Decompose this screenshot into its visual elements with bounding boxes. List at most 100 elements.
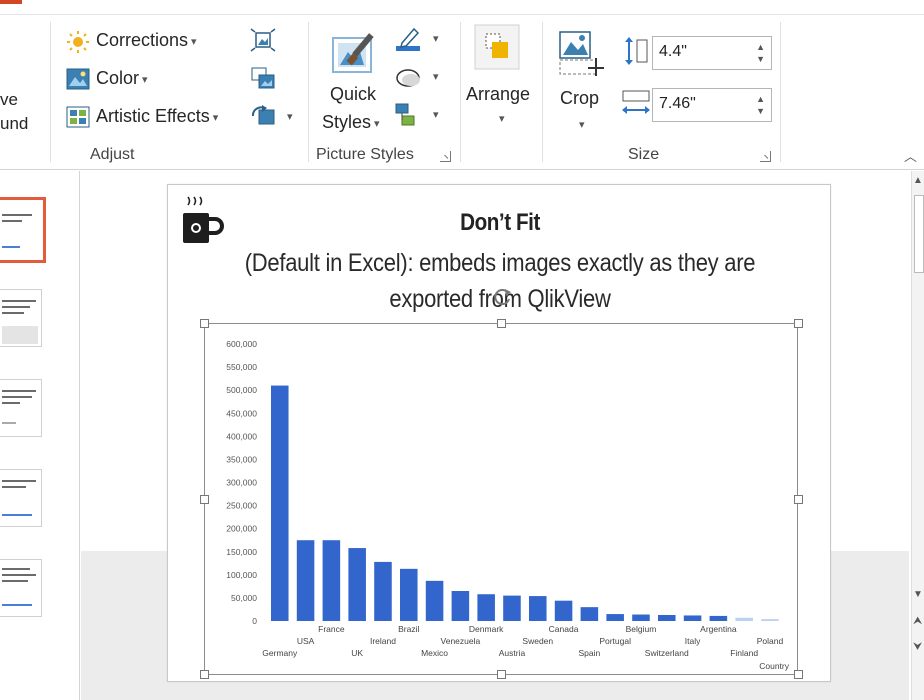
arrange-button[interactable]: Arrange ▾ xyxy=(464,24,538,130)
group-separator xyxy=(780,22,781,162)
dropdown-caret-icon: ▾ xyxy=(287,111,293,123)
quick-styles-icon xyxy=(332,33,374,73)
resize-handle[interactable] xyxy=(200,495,209,504)
chart-bar xyxy=(735,617,753,621)
slide[interactable]: Don’t Fit (Default in Excel): embeds ima… xyxy=(167,184,831,682)
crop-label: Crop xyxy=(560,88,600,108)
bar-chart: 0 50,000 100,000 150,000 200,000 250,000 300,0… xyxy=(226,339,789,671)
y-tick-label: 0 xyxy=(252,616,257,626)
chart-bar xyxy=(606,614,624,621)
rotation-handle-icon[interactable] xyxy=(491,286,513,308)
dropdown-caret-icon: ▾ xyxy=(374,117,380,130)
dropdown-caret-icon: ▾ xyxy=(212,111,219,124)
chart-bar xyxy=(683,615,702,621)
slide-thumbnail[interactable] xyxy=(0,559,42,617)
slide-subtitle-line1[interactable]: (Default in Excel): embeds images exactl… xyxy=(190,249,810,278)
quick-styles-button[interactable]: Quick Styles ▾ xyxy=(318,28,390,140)
slide-thumbnail[interactable] xyxy=(0,289,42,347)
x-category-label: Mexico xyxy=(421,648,448,658)
scrollbar-thumb[interactable] xyxy=(914,195,924,273)
slide-thumbnail[interactable] xyxy=(0,197,46,263)
resize-handle[interactable] xyxy=(200,670,209,679)
crop-button[interactable]: Crop ▾ xyxy=(554,30,610,136)
width-spinner-arrows-icon[interactable]: ▲ ▼ xyxy=(756,93,765,117)
previous-slide-icon[interactable]: ⮝ xyxy=(913,615,922,628)
chart-bar xyxy=(374,561,392,621)
chart-bar xyxy=(296,540,315,621)
dropdown-caret-icon: ▾ xyxy=(433,71,439,83)
arrange-icon xyxy=(474,24,520,70)
artistic-effects-button[interactable]: Artistic Effects ▾ xyxy=(64,104,244,132)
picture-effects-icon xyxy=(396,69,420,87)
corrections-button[interactable]: Corrections ▾ xyxy=(64,28,214,56)
chart-bar xyxy=(271,385,289,621)
adjust-group-label: Adjust xyxy=(90,146,135,163)
shape-width-value: 7.46" xyxy=(659,95,696,112)
artistic-effects-label: Artistic Effects ▾ xyxy=(96,106,219,126)
color-label: Color ▾ xyxy=(96,68,148,88)
resize-handle[interactable] xyxy=(497,670,506,679)
shape-height-input[interactable]: 4.4" ▲ ▼ xyxy=(652,36,772,70)
resize-handle[interactable] xyxy=(200,319,209,328)
shape-width-icon xyxy=(622,90,650,114)
x-category-label: UK xyxy=(351,648,363,658)
chart-bar xyxy=(348,548,366,621)
collapse-ribbon-icon[interactable]: ︿ xyxy=(904,146,917,165)
picture-border-icon xyxy=(396,27,420,51)
color-button[interactable]: Color ▾ xyxy=(64,66,174,94)
compress-pictures-icon[interactable] xyxy=(250,28,276,52)
next-slide-icon[interactable]: ⮟ xyxy=(913,641,922,654)
slide-thumbnail[interactable] xyxy=(0,469,42,527)
y-tick-label: 550,000 xyxy=(226,362,257,372)
ribbon: ve und Corrections ▾ Color ▾ Artistic Ef… xyxy=(0,0,924,170)
slide-thumbnail[interactable] xyxy=(0,379,42,437)
size-group-label: Size xyxy=(628,146,660,163)
resize-handle[interactable] xyxy=(794,319,803,328)
slide-thumbnail-pane xyxy=(0,171,80,700)
remove-background-label-line1[interactable]: ve xyxy=(0,90,18,110)
shape-width-input[interactable]: 7.46" ▲ ▼ xyxy=(652,88,772,122)
y-tick-label: 350,000 xyxy=(226,454,257,464)
x-category-label: Austria xyxy=(499,648,526,658)
height-spinner-arrows-icon[interactable]: ▲ ▼ xyxy=(756,41,765,65)
x-category-label: France xyxy=(318,624,345,634)
slide-title[interactable]: Don’t Fit xyxy=(214,209,785,237)
vertical-scrollbar[interactable]: ▲ ▼ ⮝ ⮟ xyxy=(911,171,924,700)
resize-handle[interactable] xyxy=(794,670,803,679)
reset-picture-button[interactable]: ▾ xyxy=(248,104,298,130)
x-category-label: USA xyxy=(297,636,315,646)
sun-icon xyxy=(67,31,89,53)
group-separator xyxy=(50,22,51,162)
quick-styles-label-line1: Quick xyxy=(330,84,377,104)
chart-bar xyxy=(451,590,470,621)
x-category-label: Venezuela xyxy=(441,636,481,646)
picture-layout-button[interactable]: ▾ xyxy=(394,102,444,130)
resize-handle[interactable] xyxy=(497,319,506,328)
chart-bar xyxy=(658,614,676,621)
shape-height-value: 4.4" xyxy=(659,43,687,60)
picture-styles-dialog-launcher-icon[interactable] xyxy=(440,151,451,162)
group-separator xyxy=(308,22,309,162)
x-category-label: Denmark xyxy=(469,624,504,634)
selected-chart-picture[interactable]: 0 50,000 100,000 150,000 200,000 250,000 300,0… xyxy=(200,289,803,679)
chart-bar xyxy=(477,594,495,621)
x-category-label: Portugal xyxy=(599,636,631,646)
scroll-up-arrow-icon[interactable]: ▲ xyxy=(913,175,923,186)
scroll-down-arrow-icon[interactable]: ▼ xyxy=(913,589,923,600)
chart-bar xyxy=(761,619,779,621)
size-dialog-launcher-icon[interactable] xyxy=(760,151,771,162)
chart-bar xyxy=(580,607,599,621)
x-category-label: Germany xyxy=(262,648,298,658)
x-category-label: Argentina xyxy=(700,624,737,634)
remove-background-label-line2[interactable]: und xyxy=(0,114,28,134)
y-tick-label: 150,000 xyxy=(226,547,257,557)
x-category-label: Italy xyxy=(685,636,701,646)
change-picture-icon[interactable] xyxy=(250,66,276,90)
picture-effects-button[interactable]: ▾ xyxy=(394,64,444,92)
chart-bar xyxy=(632,614,650,621)
picture-border-button[interactable]: ▾ xyxy=(394,26,444,54)
y-tick-label: 50,000 xyxy=(231,593,257,603)
resize-handle[interactable] xyxy=(794,495,803,504)
picture-layout-icon xyxy=(395,103,415,126)
artistic-effects-icon xyxy=(66,106,90,128)
